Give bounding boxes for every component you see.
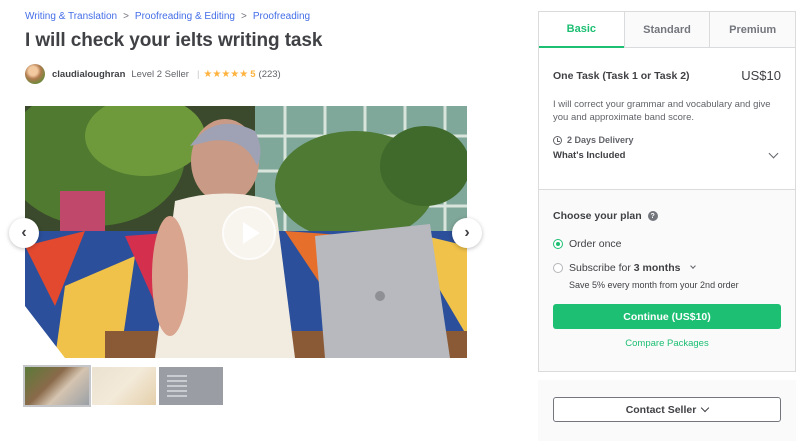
gallery-prev-button[interactable]: ‹ (9, 218, 39, 248)
chevron-down-icon (768, 148, 779, 159)
whats-included-toggle[interactable]: What's Included (553, 148, 781, 161)
tab-basic[interactable]: Basic (539, 12, 624, 48)
compare-packages-link[interactable]: Compare Packages (553, 338, 781, 349)
package-price: US$10 (741, 68, 781, 83)
help-icon[interactable]: ? (647, 211, 658, 221)
package-tabs: Basic Standard Premium (539, 12, 796, 48)
gallery-next-button[interactable]: › (452, 218, 482, 248)
seller-overview: claudialoughran Level 2 Seller | ★★★★★ 5… (25, 64, 281, 84)
play-icon (243, 222, 260, 244)
contact-seller-label: Contact Seller (625, 403, 697, 416)
contact-seller-button[interactable]: Contact Seller (553, 397, 781, 422)
gig-title: I will check your ielts writing task (25, 30, 323, 51)
plan-option-subscribe[interactable]: Subscribe for 3 months (553, 262, 781, 274)
clock-icon (553, 135, 562, 145)
seller-divider: | (196, 68, 200, 80)
thumbnail-video[interactable] (23, 365, 91, 407)
gig-video[interactable] (25, 106, 467, 358)
plan-option-order-once[interactable]: Order once (553, 238, 781, 250)
review-count[interactable]: (223) (259, 69, 281, 80)
whats-included-label: What's Included (553, 150, 626, 161)
seller-name[interactable]: claudialoughran (52, 69, 125, 80)
subscribe-label: Subscribe for 3 months (569, 262, 680, 274)
plan-title: Choose your plan ? (553, 210, 781, 222)
chevron-down-icon[interactable] (690, 263, 697, 269)
subscription-save-note: Save 5% every month from your 2nd order (569, 280, 739, 290)
package-description: I will correct your grammar and vocabula… (553, 99, 771, 123)
contact-seller-section: Contact Seller (538, 380, 796, 441)
chevron-left-icon: ‹ (21, 224, 27, 241)
play-button[interactable] (222, 206, 276, 260)
seller-avatar[interactable] (25, 64, 45, 84)
breadcrumb-writing-translation[interactable]: Writing & Translation (25, 11, 117, 22)
seller-level: Level 2 Seller (131, 68, 189, 80)
breadcrumb-proofreading-editing[interactable]: Proofreading & Editing (135, 11, 235, 22)
thumbnail-image[interactable] (159, 367, 223, 405)
tab-standard[interactable]: Standard (623, 12, 710, 47)
package-content: One Task (Task 1 or Task 2) US$10 I will… (539, 68, 795, 161)
package-name: One Task (Task 1 or Task 2) (553, 69, 690, 82)
plan-section: Choose your plan ? Order once Subscribe … (539, 189, 795, 371)
order-once-label: Order once (569, 238, 622, 250)
breadcrumb: Writing & Translation > Proofreading & E… (25, 11, 310, 22)
tab-premium[interactable]: Premium (709, 12, 796, 47)
chevron-right-icon: › (464, 224, 470, 241)
gallery-thumbnails (23, 365, 223, 407)
breadcrumb-separator: > (123, 11, 129, 22)
breadcrumb-proofreading[interactable]: Proofreading (253, 11, 310, 22)
breadcrumb-separator: > (241, 11, 247, 22)
radio-unselected[interactable] (553, 263, 563, 273)
delivery-time: 2 Days Delivery (553, 135, 781, 145)
package-panel: Basic Standard Premium One Task (Task 1 … (538, 11, 796, 372)
chevron-down-icon (701, 403, 710, 412)
star-rating-icon: ★★★★★ (203, 68, 249, 80)
subscribe-duration[interactable]: 3 months (634, 262, 681, 274)
thumbnail-image[interactable] (92, 367, 156, 405)
continue-button[interactable]: Continue (US$10) (553, 304, 781, 329)
subscribe-prefix: Subscribe for (569, 262, 634, 274)
radio-selected[interactable] (553, 239, 563, 249)
delivery-label: 2 Days Delivery (567, 135, 634, 145)
plan-title-label: Choose your plan (553, 210, 642, 222)
rating-score: 5 (250, 68, 256, 80)
